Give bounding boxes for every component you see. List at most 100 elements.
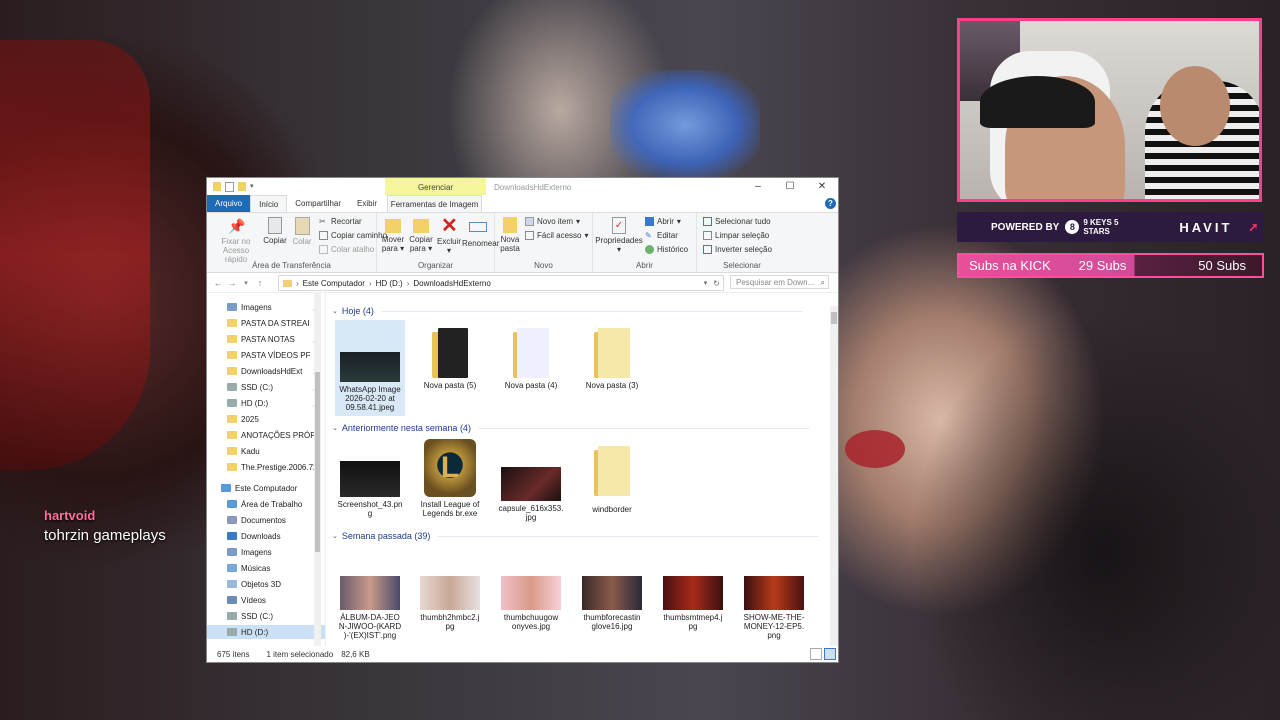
- edit-button[interactable]: ✎ Editar: [645, 231, 678, 240]
- copy-to-button[interactable]: Copiar para ▾: [408, 217, 434, 253]
- properties-icon[interactable]: [225, 181, 234, 192]
- move-to-button[interactable]: Mover para ▾: [380, 217, 406, 253]
- delete-button[interactable]: ✕ Excluir ▾: [437, 216, 461, 255]
- documents-icon: [227, 516, 237, 524]
- group-header-last-week[interactable]: ⌄ Semana passada (39): [332, 531, 819, 541]
- address-bar[interactable]: › Este Computador › HD (D:) › DownloadsH…: [278, 275, 724, 291]
- folder-icon: [227, 447, 237, 455]
- breadcrumb-downloads[interactable]: DownloadsHdExterno: [413, 279, 490, 288]
- folder-tile[interactable]: Nova pasta (4): [496, 328, 566, 390]
- paste-button[interactable]: Colar: [290, 217, 314, 246]
- rename-button[interactable]: Renomear: [462, 217, 499, 248]
- close-button[interactable]: ✕: [806, 178, 838, 195]
- nav-item-this-pc[interactable]: Este Computador: [221, 481, 315, 495]
- details-view-icon[interactable]: [810, 648, 822, 660]
- content-scrollbar-thumb[interactable]: [831, 312, 837, 324]
- nav-item[interactable]: Objetos 3D: [227, 577, 321, 591]
- nav-item-selected[interactable]: HD (D:): [207, 625, 325, 639]
- file-tile[interactable]: thumbchuugow onyves.jpg: [496, 576, 566, 631]
- folder-icon[interactable]: [213, 182, 221, 191]
- easy-access-button[interactable]: Fácil acesso ▾: [525, 231, 588, 240]
- nav-item[interactable]: Documentos: [227, 513, 321, 527]
- nav-item[interactable]: 2025: [227, 412, 321, 426]
- breadcrumb-this-pc[interactable]: Este Computador: [303, 279, 365, 288]
- open-button[interactable]: Abrir ▾: [645, 217, 681, 226]
- file-tile[interactable]: thumbh2hmbc2.j pg: [415, 576, 485, 631]
- nav-item[interactable]: Área de Trabalho: [227, 497, 321, 511]
- title-bar: ▾ Gerenciar DownloadsHdExterno – ☐ ✕: [207, 178, 838, 198]
- nav-item[interactable]: PASTA NOTAS📌: [227, 332, 321, 346]
- customize-toolbar-icon[interactable]: ▾: [250, 182, 258, 191]
- large-icons-view-icon[interactable]: [824, 648, 836, 660]
- paste-shortcut-button[interactable]: Colar atalho: [319, 245, 374, 254]
- up-arrow-icon[interactable]: ↑: [253, 278, 267, 288]
- breadcrumb-hd-d[interactable]: HD (D:): [376, 279, 403, 288]
- forward-arrow-icon[interactable]: →: [225, 278, 239, 288]
- file-tile[interactable]: capsule_616x353. jpg: [496, 467, 566, 522]
- chevron-right-icon[interactable]: ›: [407, 279, 410, 288]
- maximize-button[interactable]: ☐: [774, 178, 806, 195]
- nav-item[interactable]: DownloadsHdExt📌: [227, 364, 321, 378]
- file-tile-selected[interactable]: WhatsApp Image 2026-02-20 at 09.58.41.jp…: [335, 320, 405, 416]
- file-tile[interactable]: L Install League of Legends br.exe: [415, 439, 485, 518]
- new-item-button[interactable]: Novo item ▾: [525, 217, 580, 226]
- back-arrow-icon[interactable]: ←: [211, 278, 225, 288]
- nav-item[interactable]: Imagens📌: [227, 300, 321, 314]
- nav-item[interactable]: ANOTAÇÕES PRÓPR: [227, 428, 321, 442]
- tab-home[interactable]: Início: [250, 195, 288, 212]
- chevron-right-icon[interactable]: ›: [296, 279, 299, 288]
- tab-share[interactable]: Compartilhar: [287, 195, 349, 212]
- nav-item[interactable]: Kadu: [227, 444, 321, 458]
- folder-tile[interactable]: windborder: [577, 446, 647, 514]
- group-header-earlier-this-week[interactable]: ⌄ Anteriormente nesta semana (4): [332, 423, 809, 433]
- nav-item[interactable]: PASTA DA STREAI📌: [227, 316, 321, 330]
- folder-icon: [227, 431, 237, 439]
- new-folder-button[interactable]: Nova pasta: [497, 217, 523, 253]
- minimize-button[interactable]: –: [742, 178, 774, 195]
- collapse-icon[interactable]: ⌄: [332, 307, 338, 315]
- nav-item[interactable]: SSD (C:)📌: [227, 380, 321, 394]
- nav-item[interactable]: PASTA VÍDEOS PF📌: [227, 348, 321, 362]
- tab-view[interactable]: Exibir: [349, 195, 385, 212]
- history-button[interactable]: Histórico: [645, 245, 688, 254]
- nav-item[interactable]: Downloads: [227, 529, 321, 543]
- content-scrollbar[interactable]: [830, 306, 838, 646]
- nav-item[interactable]: HD (D:)📌: [227, 396, 321, 410]
- folder-tile[interactable]: Nova pasta (5): [415, 328, 485, 390]
- help-icon[interactable]: ?: [825, 198, 836, 209]
- downloads-icon: [227, 532, 237, 540]
- invert-selection-button[interactable]: Inverter seleção: [703, 245, 772, 254]
- select-all-button[interactable]: Selecionar tudo: [703, 217, 771, 226]
- collapse-icon[interactable]: ⌄: [332, 424, 338, 432]
- nav-item[interactable]: The.Prestige.2006.72: [227, 460, 321, 474]
- file-tile[interactable]: thumbforecastin glove16.jpg: [577, 576, 647, 631]
- brand2-text: HAVIT: [1179, 219, 1233, 235]
- recent-locations-icon[interactable]: ▾: [239, 279, 253, 287]
- cut-button[interactable]: ✂ Recortar: [319, 217, 362, 226]
- new-folder-icon[interactable]: [238, 182, 246, 191]
- nav-item[interactable]: Músicas: [227, 561, 321, 575]
- file-tile[interactable]: ÁLBUM-DA-JEO N-JIWOO-(KARD )-'(EX)IST'.p…: [335, 576, 405, 640]
- copy-button[interactable]: Copiar: [263, 217, 287, 245]
- nav-scrollbar[interactable]: [314, 292, 321, 646]
- pin-quick-access-button[interactable]: 📌 Fixar no Acesso rápido: [211, 217, 261, 264]
- brand1-text: 9 KEYS 5 STARS: [1083, 218, 1119, 236]
- chevron-right-icon[interactable]: ›: [369, 279, 372, 288]
- address-dropdown-icon[interactable]: ▾: [704, 279, 708, 287]
- file-tile[interactable]: thumbsmtmep4.j pg: [658, 576, 728, 631]
- properties-button[interactable]: ✓ Propriedades ▾: [595, 217, 643, 254]
- nav-item[interactable]: SSD (C:): [227, 609, 321, 623]
- file-tile[interactable]: SHOW-ME-THE- MONEY-12-EP5. png: [739, 576, 809, 640]
- nav-scrollbar-thumb[interactable]: [315, 372, 320, 552]
- select-none-button[interactable]: Limpar seleção: [703, 231, 769, 240]
- tab-picture-tools[interactable]: Ferramentas de Imagem: [387, 195, 482, 212]
- tab-file[interactable]: Arquivo: [207, 195, 251, 212]
- group-header-today[interactable]: ⌄ Hoje (4): [332, 306, 802, 316]
- refresh-icon[interactable]: ↻: [713, 279, 720, 288]
- nav-item[interactable]: Imagens: [227, 545, 321, 559]
- folder-tile[interactable]: Nova pasta (3): [577, 328, 647, 390]
- file-tile[interactable]: Screenshot_43.pn g: [335, 461, 405, 518]
- collapse-icon[interactable]: ⌄: [332, 532, 338, 540]
- search-input[interactable]: Pesquisar em Down... ⌕: [730, 275, 829, 289]
- nav-item[interactable]: Vídeos: [227, 593, 321, 607]
